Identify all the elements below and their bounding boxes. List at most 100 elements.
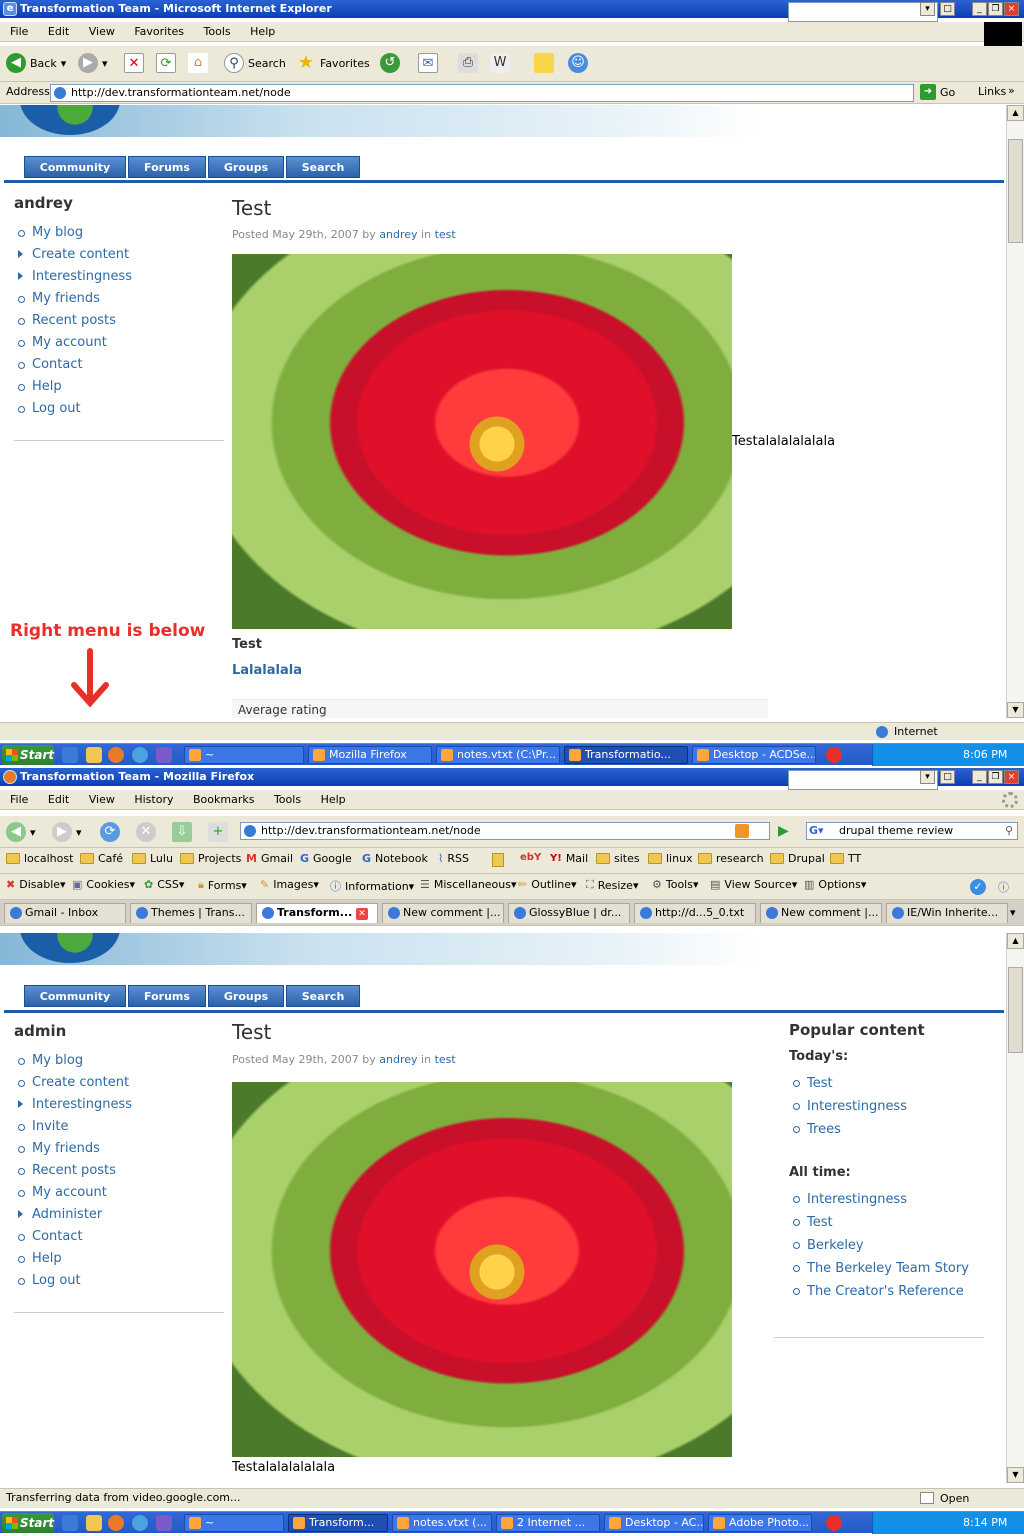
ff-menu-history[interactable]: History [134, 793, 173, 806]
restore-icon[interactable]: □ [940, 2, 955, 16]
ff-menu-item-invite[interactable]: Invite [14, 1116, 224, 1138]
ff-maximize-button[interactable]: ❐ [988, 770, 1003, 784]
wd-disable[interactable]: ✖ Disable▾ [6, 878, 66, 891]
ff-clock[interactable]: 8:14 PM [963, 1516, 1007, 1529]
forward-button[interactable]: ▶ ▾ [78, 53, 108, 73]
clock[interactable]: 8:06 PM [963, 748, 1007, 761]
ff-folder-quicklaunch-icon[interactable] [86, 1515, 102, 1531]
wd-resize[interactable]: ⛶ Resize▾ [586, 878, 638, 892]
wd-css[interactable]: ✿ CSS▾ [144, 878, 184, 891]
wd-outline[interactable]: ✏ Outline▾ [518, 878, 577, 891]
body-link[interactable]: Lalalalala [232, 663, 302, 678]
meta-term-link[interactable]: test [435, 228, 456, 241]
menu-item-interestingness[interactable]: Interestingness [14, 266, 224, 288]
ff-menu-item-help[interactable]: Help [14, 1248, 224, 1270]
nav-search[interactable]: Search [286, 156, 360, 178]
rss-icon[interactable] [735, 824, 749, 838]
ff-search-icon[interactable]: ⚲ [1005, 823, 1013, 839]
nav-groups[interactable]: Groups [208, 156, 284, 178]
menu-edit[interactable]: Edit [48, 25, 69, 38]
go-button[interactable]: ➜ Go [920, 84, 955, 100]
popular-today-item[interactable]: Trees [789, 1118, 989, 1141]
menu-favorites[interactable]: Favorites [134, 25, 184, 38]
eclipse-quicklaunch-icon[interactable] [156, 747, 172, 763]
menu-item-create-content[interactable]: Create content [14, 244, 224, 266]
menu-tools[interactable]: Tools [204, 25, 231, 38]
ff-back-button[interactable]: ◀ ▾ [6, 822, 36, 842]
scroll-thumb[interactable] [1008, 139, 1023, 243]
bookmark-sites[interactable]: sites [596, 852, 640, 865]
bookmark-lulu[interactable]: Lulu [132, 852, 173, 865]
ff-stop-button[interactable]: ✕ [136, 822, 156, 842]
folder-quicklaunch-icon[interactable] [86, 747, 102, 763]
maximize-button[interactable]: ❐ [988, 2, 1003, 16]
ff-menu-help[interactable]: Help [321, 793, 346, 806]
google-engine-icon[interactable]: G▾ [809, 823, 824, 839]
thunderbird-quicklaunch-icon[interactable] [132, 747, 148, 763]
wd-options[interactable]: ▥ Options▾ [804, 878, 866, 891]
ff-firefox-quicklaunch-icon[interactable] [108, 1515, 124, 1531]
menu-item-recent-posts[interactable]: Recent posts [14, 310, 224, 332]
ff-menu-bookmarks[interactable]: Bookmarks [193, 793, 254, 806]
edit-button[interactable]: W [490, 53, 510, 73]
bookmark-drupal[interactable]: Drupal [770, 852, 825, 865]
ff-nav-community[interactable]: Community [24, 985, 126, 1007]
ebay-icon[interactable]: ebY [520, 852, 541, 863]
ff-restore-icon[interactable]: □ [940, 770, 955, 784]
address-field[interactable]: http://dev.transformationteam.net/node [50, 84, 914, 102]
menu-item-log-out[interactable]: Log out [14, 398, 224, 420]
task-notes[interactable]: notes.vtxt (C:\Pr... [436, 746, 560, 764]
tab-new-comment-2[interactable]: New comment |... [760, 903, 882, 923]
wd-forms[interactable]: 🔒︎ Forms▾ [198, 878, 247, 892]
chrome-tray-icon[interactable] [826, 747, 842, 763]
ff-start-button[interactable]: Start [2, 1513, 54, 1533]
task-transformation[interactable]: Transformatio... [564, 746, 688, 764]
tab-ie-win[interactable]: IE/Win Inherite... [886, 903, 1008, 923]
tab-themes[interactable]: Themes | Trans... [130, 903, 252, 923]
wd-miscellaneous[interactable]: ☰ Miscellaneous▾ [420, 878, 517, 891]
tab-new-comment-1[interactable]: New comment |... [382, 903, 504, 923]
popular-alltime-item[interactable]: Interestingness [789, 1188, 989, 1211]
popular-today-item[interactable]: Interestingness [789, 1095, 989, 1118]
ff-task-transform[interactable]: Transform... [288, 1514, 388, 1532]
tab-list-icon[interactable]: ▾ [1010, 906, 1016, 919]
bookmark-research[interactable]: research [698, 852, 764, 865]
firefox-quicklaunch-icon[interactable] [108, 747, 124, 763]
bookmark-cafe[interactable]: Café [80, 852, 123, 865]
ff-thunderbird-quicklaunch-icon[interactable] [132, 1515, 148, 1531]
search-button[interactable]: ⚲ Search [224, 53, 286, 73]
wd-information[interactable]: ⓘ Information▾ [330, 878, 414, 894]
ff-scroll-thumb[interactable] [1008, 967, 1023, 1053]
menu-item-my-account[interactable]: My account [14, 332, 224, 354]
minimize-button[interactable]: _ [972, 2, 987, 16]
ie-quicklaunch-icon[interactable] [62, 747, 78, 763]
home-button[interactable]: ⌂ [188, 53, 208, 73]
go-arrow-icon[interactable]: ▶ [778, 823, 789, 839]
ff-menu-item-log-out[interactable]: Log out [14, 1270, 224, 1292]
ff-newtab-button[interactable]: + [208, 822, 228, 842]
wd-cookies[interactable]: ▣ Cookies▾ [72, 878, 135, 891]
task-firefox[interactable]: Mozilla Firefox [308, 746, 432, 764]
history-button[interactable]: ↺ [380, 53, 400, 73]
stop-button[interactable]: ✕ [124, 53, 144, 73]
back-button[interactable]: ◀ Back ▾ [6, 53, 66, 73]
links-label[interactable]: Links [978, 85, 1006, 98]
ff-download-button[interactable]: ⇩ [172, 822, 192, 842]
task-acdsee[interactable]: Desktop - ACDSe... [692, 746, 816, 764]
ff-nav-groups[interactable]: Groups [208, 985, 284, 1007]
nav-community[interactable]: Community [24, 156, 126, 178]
print-button[interactable]: ⎙ [458, 53, 478, 73]
wd-info-icon[interactable]: ⓘ [998, 879, 1009, 895]
ff-menu-item-my-blog[interactable]: My blog [14, 1050, 224, 1072]
ff-meta-term-link[interactable]: test [435, 1053, 456, 1066]
nav-forums[interactable]: Forums [128, 156, 206, 178]
ff-meta-author-link[interactable]: andrey [379, 1053, 417, 1066]
ff-node-title[interactable]: Test [232, 1020, 271, 1044]
menu-item-my-friends[interactable]: My friends [14, 288, 224, 310]
ff-ie-quicklaunch-icon[interactable] [62, 1515, 78, 1531]
bookmark-gmail[interactable]: M Gmail [246, 852, 293, 865]
notebook-icon[interactable] [920, 1492, 934, 1504]
ff-task-acdsee[interactable]: Desktop - AC... [604, 1514, 704, 1532]
bookmark-mail[interactable]: Y! Mail [550, 852, 588, 865]
floating-search-box[interactable] [788, 2, 938, 22]
